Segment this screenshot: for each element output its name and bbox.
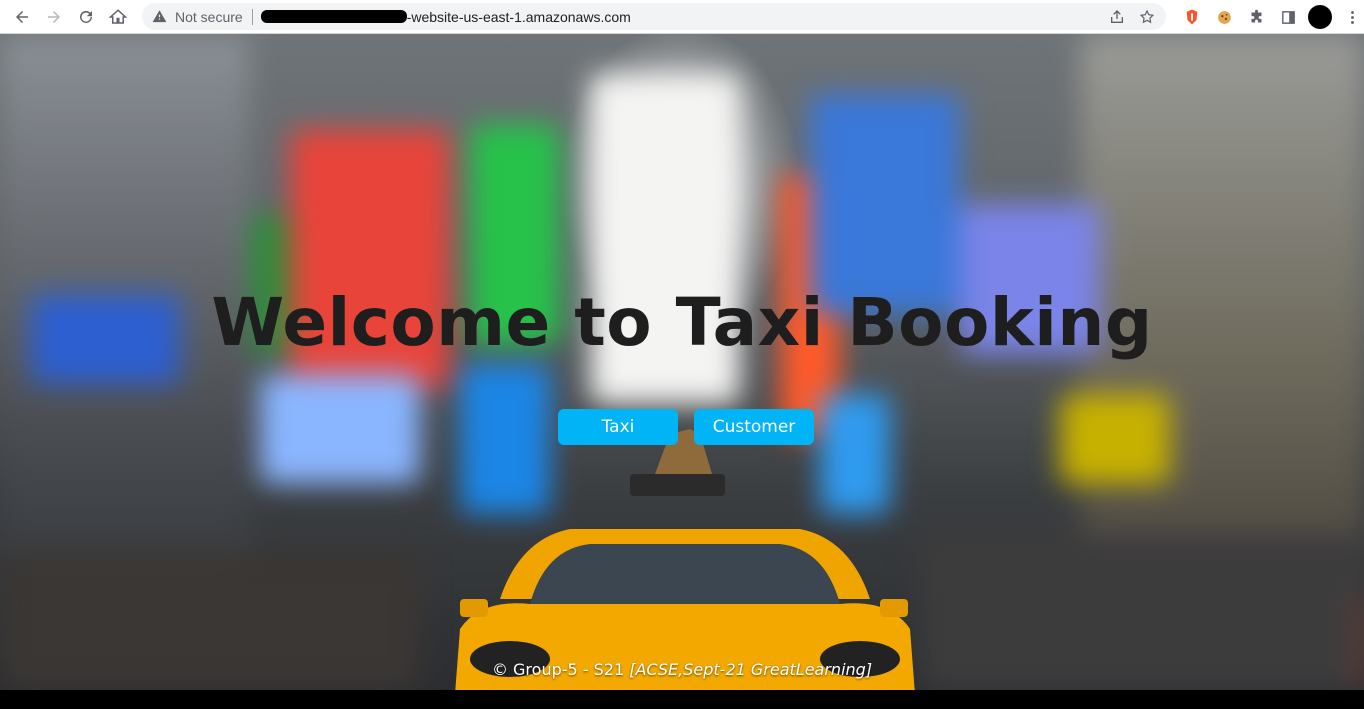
cookie-extension-icon[interactable] bbox=[1208, 1, 1240, 33]
customer-button[interactable]: Customer bbox=[694, 409, 814, 445]
page-title: Welcome to Taxi Booking bbox=[211, 284, 1153, 361]
taxi-car-image bbox=[455, 429, 915, 690]
browser-toolbar: Not secure -website-us-east-1.amazonaws.… bbox=[0, 0, 1364, 34]
security-label[interactable]: Not secure bbox=[175, 9, 243, 25]
page-viewport: Welcome to Taxi Booking Taxi Customer © … bbox=[0, 34, 1364, 690]
footer-italic: [ACSE,Sept-21 GreatLearning] bbox=[629, 660, 873, 679]
puzzle-extensions-icon[interactable] bbox=[1240, 1, 1272, 33]
role-buttons: Taxi Customer bbox=[0, 409, 1364, 445]
back-icon[interactable] bbox=[6, 1, 38, 33]
footer-credit: © Group-5 - S21 [ACSE,Sept-21 GreatLearn… bbox=[0, 660, 1364, 679]
url-text[interactable]: -website-us-east-1.amazonaws.com bbox=[407, 9, 631, 25]
share-icon[interactable] bbox=[1104, 4, 1130, 30]
taxi-button[interactable]: Taxi bbox=[558, 409, 678, 445]
star-icon[interactable] bbox=[1134, 4, 1160, 30]
forward-icon[interactable] bbox=[38, 1, 70, 33]
warning-icon[interactable] bbox=[152, 9, 168, 25]
omnibox-divider bbox=[251, 8, 253, 25]
address-bar[interactable]: Not secure -website-us-east-1.amazonaws.… bbox=[142, 3, 1166, 30]
footer-prefix: © Group-5 - S21 bbox=[491, 660, 630, 679]
avatar[interactable] bbox=[1304, 1, 1336, 33]
reload-icon[interactable] bbox=[70, 1, 102, 33]
redacted-url-part bbox=[260, 10, 407, 23]
bottom-bar bbox=[0, 690, 1364, 709]
home-icon[interactable] bbox=[102, 1, 134, 33]
brave-icon[interactable] bbox=[1176, 1, 1208, 33]
side-panel-icon[interactable] bbox=[1272, 1, 1304, 33]
menu-dots-icon[interactable] bbox=[1336, 1, 1364, 33]
